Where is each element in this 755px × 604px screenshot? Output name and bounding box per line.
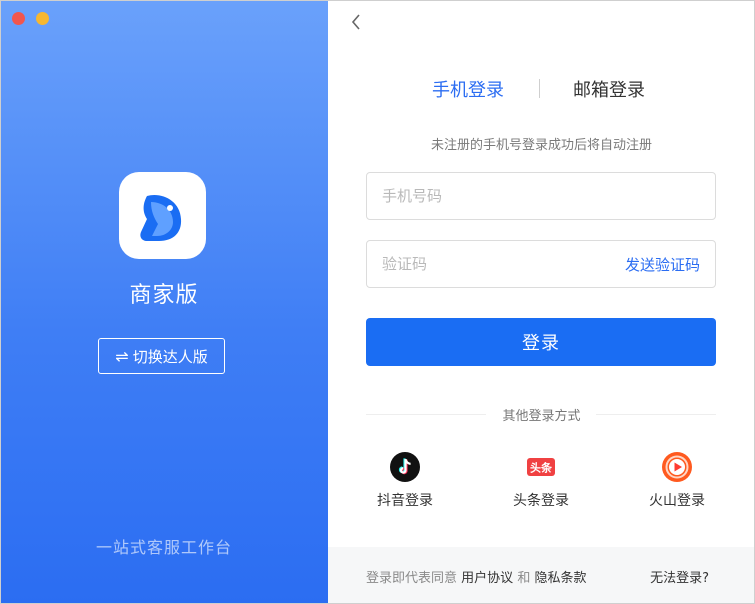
window-minimize-button[interactable]	[36, 12, 49, 25]
login-panel: 手机登录 邮箱登录 未注册的手机号登录成功后将自动注册 发送验证码 登录 其他登…	[328, 0, 755, 604]
switch-edition-label: 切换达人版	[132, 347, 208, 366]
agreement-prefix: 登录即代表同意	[366, 571, 458, 586]
toutiao-login-button[interactable]: 头条 头条登录	[496, 452, 586, 510]
tab-phone-login[interactable]: 手机登录	[432, 76, 504, 102]
user-agreement-link[interactable]: 用户协议	[461, 571, 513, 586]
phone-field	[366, 172, 716, 220]
login-button[interactable]: 登录	[366, 318, 716, 366]
send-code-button[interactable]: 发送验证码	[625, 254, 700, 275]
brand-panel: 商家版 ⇌ 切换达人版 一站式客服工作台	[0, 0, 328, 604]
window-close-button[interactable]	[12, 12, 25, 25]
divider-right	[596, 414, 716, 415]
verification-code-input[interactable]	[382, 241, 592, 287]
cant-login-link[interactable]: 无法登录?	[650, 567, 709, 586]
brand-name: 商家版	[129, 283, 199, 308]
toutiao-login-label: 头条登录	[513, 493, 569, 509]
back-chevron-icon[interactable]	[346, 10, 366, 34]
app-window: 商家版 ⇌ 切换达人版 一站式客服工作台 手机登录 邮箱登录 未注册的手机号登录…	[0, 0, 755, 604]
svg-text:头条: 头条	[530, 461, 553, 475]
login-tabs: 手机登录 邮箱登录	[328, 76, 755, 102]
toutiao-icon: 头条	[526, 452, 556, 482]
agreement-footer: 登录即代表同意 用户协议 和 隐私条款 无法登录?	[328, 547, 755, 604]
huoshan-login-label: 火山登录	[649, 493, 705, 509]
swap-icon: ⇌	[115, 346, 129, 366]
switch-edition-button[interactable]: ⇌ 切换达人版	[98, 338, 225, 374]
huoshan-login-button[interactable]: 火山登录	[632, 452, 722, 510]
bird-icon	[140, 194, 182, 241]
code-field: 发送验证码	[366, 240, 716, 288]
huoshan-icon	[662, 452, 692, 482]
tagline: 一站式客服工作台	[95, 538, 232, 557]
tab-divider	[539, 79, 540, 98]
agreement-text: 登录即代表同意 用户协议 和 隐私条款	[366, 567, 586, 586]
tab-email-login[interactable]: 邮箱登录	[573, 76, 645, 102]
register-hint: 未注册的手机号登录成功后将自动注册	[430, 138, 652, 153]
douyin-icon	[390, 452, 420, 482]
douyin-login-label: 抖音登录	[377, 493, 433, 509]
privacy-policy-link[interactable]: 隐私条款	[534, 571, 586, 586]
phone-input[interactable]	[382, 173, 592, 219]
app-logo	[119, 172, 206, 259]
douyin-login-button[interactable]: 抖音登录	[360, 452, 450, 510]
agreement-and: 和	[517, 571, 531, 586]
